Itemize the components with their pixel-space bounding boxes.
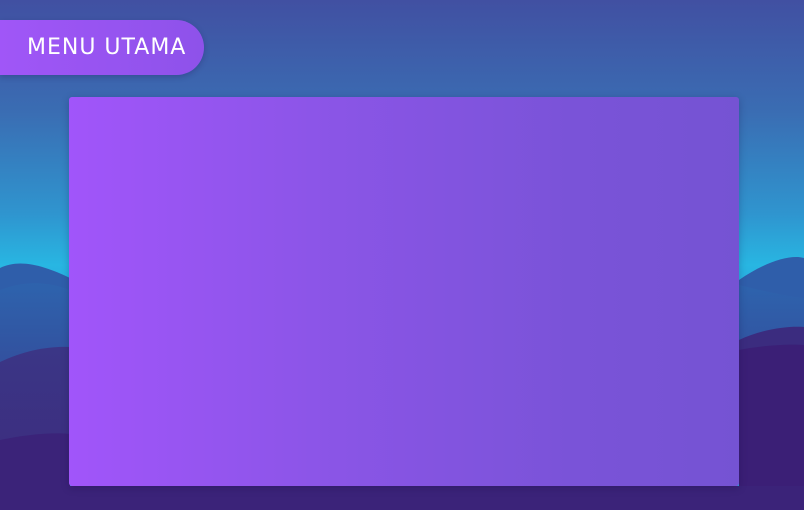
main-menu-label: MENU UTAMA (27, 35, 187, 60)
game-background: MENU UTAMA (0, 0, 804, 510)
main-menu-button[interactable]: MENU UTAMA (0, 20, 204, 75)
ground-strip (0, 486, 804, 510)
hill-front-right (739, 344, 804, 510)
main-content-panel (69, 97, 739, 486)
